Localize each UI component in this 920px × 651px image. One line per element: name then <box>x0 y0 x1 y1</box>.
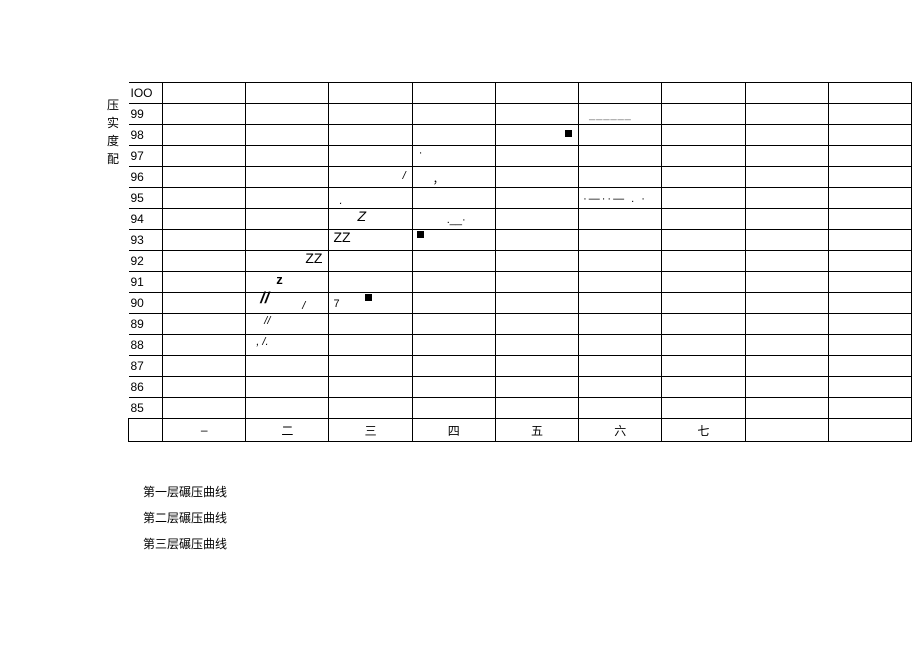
trace-mark: . <box>339 196 342 207</box>
y-axis-label: 压 实 度 配 <box>106 96 120 168</box>
data-point-icon <box>365 293 372 304</box>
xtick <box>745 419 828 442</box>
xtick <box>129 419 163 442</box>
xtick: 二 <box>246 419 329 442</box>
xtick: 三 <box>329 419 412 442</box>
ytick: 86 <box>129 377 163 398</box>
ytick: 85 <box>129 398 163 419</box>
trace-mark: · <box>419 148 423 159</box>
xtick: 六 <box>579 419 662 442</box>
ytick: 90 <box>129 293 163 314</box>
xtick: – <box>163 419 246 442</box>
ytick: 91 <box>129 272 163 293</box>
ytick: IOO <box>129 83 163 104</box>
ytick: 87 <box>129 356 163 377</box>
ytick: 99 <box>129 104 163 125</box>
trace-mark: ______ <box>589 110 632 121</box>
legend-item: 第三层碾压曲线 <box>143 532 227 556</box>
trace-mark: // <box>260 293 269 304</box>
trace-mark: , /. <box>256 337 268 348</box>
xtick: 七 <box>662 419 745 442</box>
trace-mark: ， <box>433 175 444 186</box>
trace-mark: .__· <box>447 215 466 226</box>
ytick: 96 <box>129 167 163 188</box>
ytick: 93 <box>129 230 163 251</box>
ytick: 88 <box>129 335 163 356</box>
trace-mark: / <box>403 171 406 182</box>
trace-mark: ·—··— . · <box>583 194 647 205</box>
xtick: 四 <box>412 419 495 442</box>
data-point-icon <box>565 129 572 140</box>
ytick: 97 <box>129 146 163 167</box>
trace-mark: Z <box>357 211 366 222</box>
legend-item: 第二层碾压曲线 <box>143 506 227 530</box>
ytick: 92 <box>129 251 163 272</box>
trace-mark: ZZ <box>333 232 350 243</box>
data-point-icon <box>417 230 424 241</box>
trace-mark: 7 <box>333 299 339 310</box>
xtick: 五 <box>495 419 578 442</box>
ytick: 94 <box>129 209 163 230</box>
ytick: 98 <box>129 125 163 146</box>
trace-mark: ZZ <box>305 253 322 264</box>
chart-grid: IOO 99 ______ 98 97 · 96 / ， 95 . ·—··— … <box>128 82 912 442</box>
trace-mark: / <box>302 301 305 312</box>
trace-mark: // <box>264 316 270 327</box>
ytick: 95 <box>129 188 163 209</box>
legend-item: 第一层碾压曲线 <box>143 480 227 504</box>
ytick: 89 <box>129 314 163 335</box>
legend: 第一层碾压曲线 第二层碾压曲线 第三层碾压曲线 <box>143 480 227 558</box>
trace-mark: z <box>276 274 283 285</box>
